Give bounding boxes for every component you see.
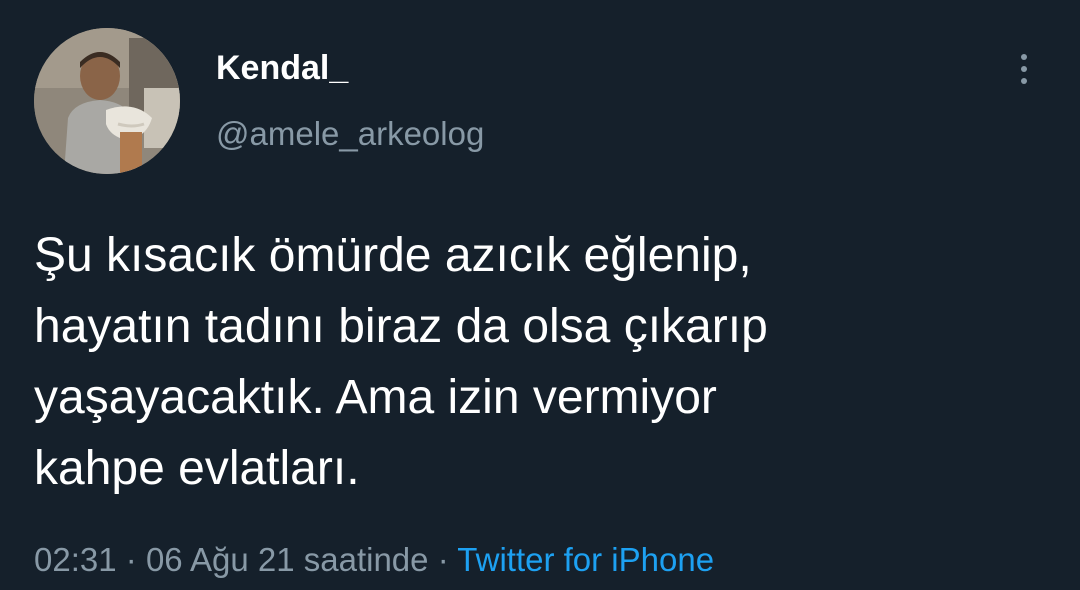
tweet-time[interactable]: 02:31 (34, 541, 117, 578)
more-options-button[interactable] (1004, 44, 1044, 94)
tweet-text-line: hayatın tadını biraz da olsa çıkarıp (34, 300, 768, 353)
tweet-text: Şu kısacık ömürde azıcık eğlenip, hayatı… (34, 220, 1044, 504)
avatar-photo (34, 28, 180, 174)
tweet-card: Kendal_ @amele_arkeolog Şu kısacık ömürd… (0, 0, 1080, 590)
tweet-text-line: kahpe evlatları. (34, 442, 360, 495)
meta-separator: · (437, 541, 449, 578)
tweet-source-link[interactable]: Twitter for iPhone (457, 541, 714, 578)
avatar[interactable] (34, 28, 180, 174)
tweet-metadata: 02:31 · 06 Ağu 21 saatinde · Twitter for… (34, 540, 714, 580)
display-name[interactable]: Kendal_ (216, 48, 348, 88)
tweet-date[interactable]: 06 Ağu 21 saatinde (146, 541, 429, 578)
more-vertical-icon (1021, 54, 1027, 60)
tweet-text-line: Şu kısacık ömürde azıcık eğlenip, (34, 229, 752, 282)
user-handle[interactable]: @amele_arkeolog (216, 114, 484, 154)
more-vertical-icon-dot (1021, 66, 1027, 72)
more-vertical-icon-dot (1021, 78, 1027, 84)
tweet-text-line: yaşayacaktık. Ama izin vermiyor (34, 371, 717, 424)
meta-separator: · (125, 541, 137, 578)
